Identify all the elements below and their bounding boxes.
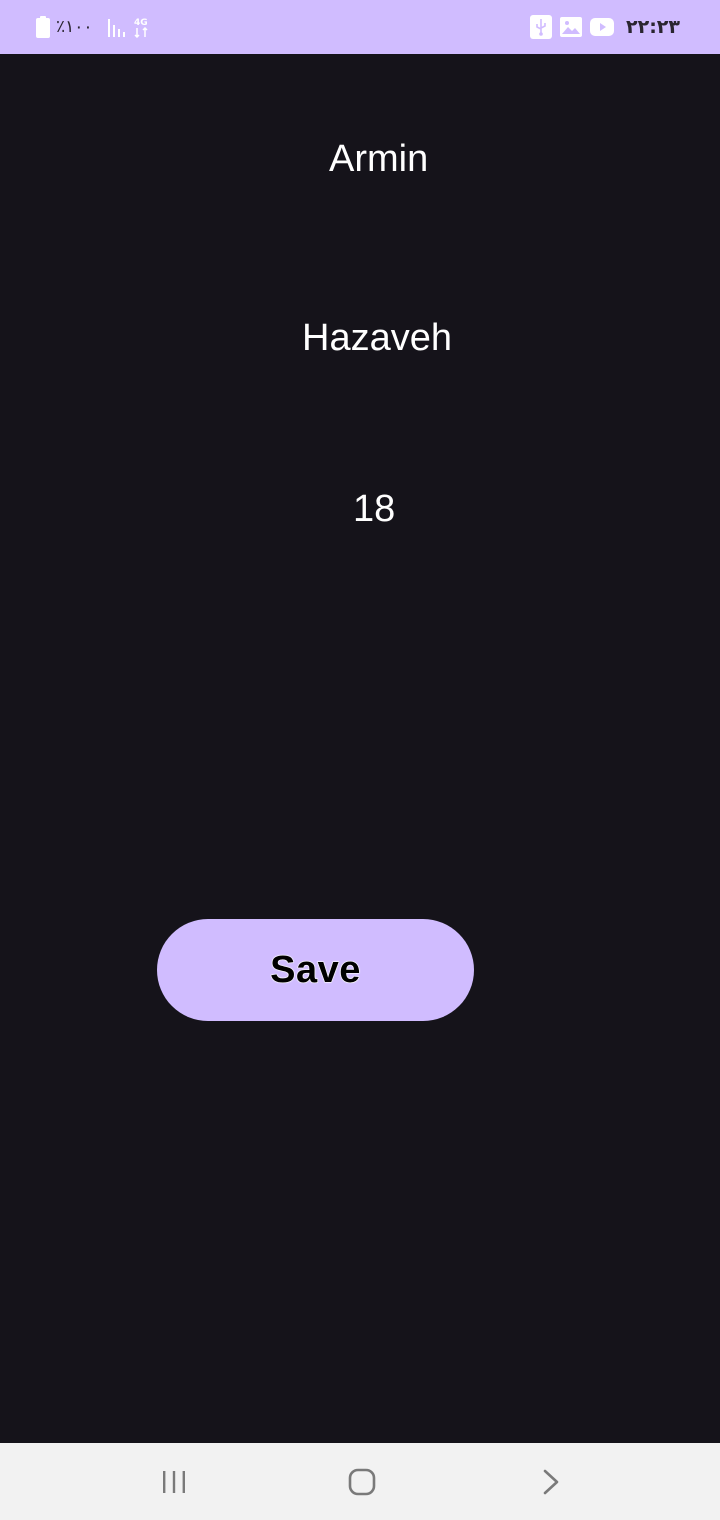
navigation-bar [0,1443,720,1520]
signal-icon [107,17,129,37]
last-name-text: Hazaveh [302,317,452,359]
home-icon [348,1468,376,1496]
recents-button[interactable] [114,1443,234,1520]
status-right-group: ۲۲:۲۳ [530,0,680,54]
status-bar: ٪۱۰۰ 4G ۲۲:۲۳ [0,0,720,54]
status-clock: ۲۲:۲۳ [626,16,680,38]
gallery-icon [560,17,582,37]
youtube-icon [590,18,614,36]
age-text: 18 [353,488,396,530]
chevron-right-icon [542,1469,560,1495]
status-left-group: ٪۱۰۰ 4G [36,0,151,54]
app-screen: ٪۱۰۰ 4G ۲۲:۲۳ Armin Hazaveh 18 Save [0,0,720,1520]
usb-icon [530,15,552,39]
battery-percentage: ٪۱۰۰ [56,17,93,37]
first-name-text: Armin [329,138,429,180]
back-button[interactable] [491,1443,611,1520]
svg-text:4G: 4G [134,18,148,28]
battery-icon [36,16,50,38]
save-button[interactable]: Save [157,919,474,1021]
recents-icon [161,1470,187,1494]
save-button-label: Save [270,948,361,991]
home-button[interactable] [302,1443,422,1520]
4g-icon: 4G [133,16,151,38]
